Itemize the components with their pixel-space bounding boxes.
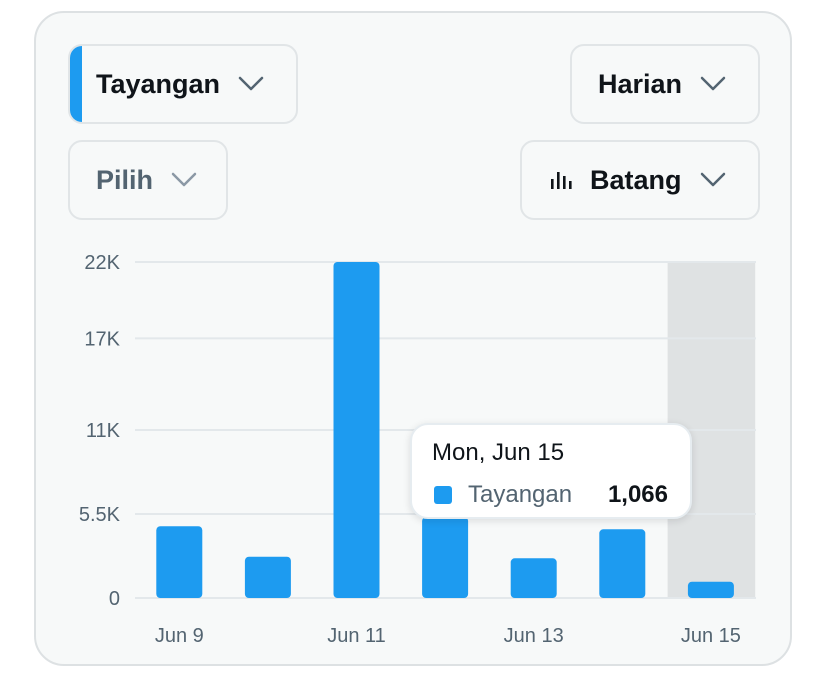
x-tick-label: Jun 13 bbox=[504, 625, 564, 647]
y-tick-label: 17K bbox=[84, 328, 120, 350]
bar-chart: 0 5.5K 11K 17K 22K Jun 9 Jun 11 Jun 13 Jun 15 bbox=[79, 252, 756, 647]
tooltip-series-name: Tayangan bbox=[468, 481, 573, 508]
bar bbox=[510, 558, 557, 598]
bar bbox=[156, 526, 203, 598]
bar bbox=[333, 262, 380, 598]
tooltip-series-swatch bbox=[434, 486, 452, 504]
y-tick-label: 0 bbox=[109, 588, 120, 610]
chart-tooltip: Mon, Jun 15 Tayangan 1,066 bbox=[410, 423, 692, 519]
y-tick-label: 5.5K bbox=[79, 504, 121, 526]
x-tick-label: Jun 9 bbox=[155, 625, 204, 647]
bar bbox=[422, 517, 469, 598]
tooltip-value: 1,066 bbox=[607, 481, 668, 508]
bar bbox=[599, 529, 646, 598]
x-tick-label: Jun 15 bbox=[681, 625, 741, 647]
bar bbox=[687, 581, 734, 598]
x-tick-label: Jun 11 bbox=[327, 625, 386, 647]
tooltip-date: Mon, Jun 15 bbox=[432, 439, 565, 466]
y-tick-label: 11K bbox=[86, 420, 121, 442]
bar bbox=[244, 556, 291, 598]
y-tick-label: 22K bbox=[84, 252, 120, 274]
